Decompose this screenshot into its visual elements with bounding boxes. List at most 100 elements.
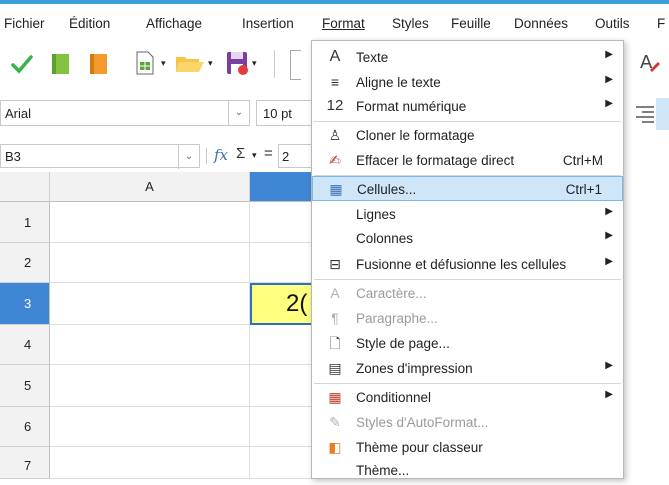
menu-feuille[interactable]: Feuille: [451, 16, 491, 31]
align-right-icon[interactable]: [634, 104, 656, 124]
cell-b7[interactable]: [250, 447, 320, 479]
new-spreadsheet-icon[interactable]: [134, 50, 156, 76]
cell-a1[interactable]: [50, 202, 250, 243]
menu-item-texte[interactable]: A Texte ▶: [312, 45, 623, 70]
cell-b3-selected[interactable]: 2(: [250, 283, 320, 325]
clear-format-icon: ✍: [329, 152, 341, 168]
cell-b5[interactable]: [250, 365, 320, 407]
window-top-accent: [0, 0, 669, 4]
submenu-arrow-icon: ▶: [605, 230, 613, 241]
font-size-value: 10 pt: [263, 106, 292, 121]
cell-b2[interactable]: [250, 243, 320, 283]
cell-a2[interactable]: [50, 243, 250, 283]
chevron-down-icon[interactable]: ⌄: [178, 145, 199, 169]
menu-item-label: Conditionnel: [356, 390, 432, 405]
menu-item-colonnes[interactable]: Colonnes ▶: [312, 226, 623, 251]
menu-item-styles-autoformat[interactable]: ✎ Styles d'AutoFormat...: [312, 410, 623, 435]
menu-item-label: Colonnes: [356, 231, 414, 246]
format-paintbrush-icon[interactable]: A: [638, 50, 662, 76]
open-dropdown-icon[interactable]: ▾: [208, 58, 213, 69]
name-box[interactable]: B3 ⌄: [0, 144, 200, 169]
format-menu-popup: A Texte ▶ ≡ Aligne le texte ▶ 12 Format …: [311, 40, 624, 479]
cell-b6[interactable]: [250, 407, 320, 447]
menu-item-cellules[interactable]: ▦ Cellules... Ctrl+1: [312, 176, 623, 201]
clone-format-icon: ♙: [328, 127, 342, 143]
menu-item-label: Thème...: [356, 463, 410, 478]
corner-select-all[interactable]: [0, 172, 50, 202]
formula-equals-icon[interactable]: =: [264, 145, 273, 162]
cell-a6[interactable]: [50, 407, 250, 447]
font-name-combobox[interactable]: Arial ⌄: [0, 100, 250, 126]
menu-styles[interactable]: Styles: [392, 16, 429, 31]
cell-a7[interactable]: [50, 447, 250, 479]
menu-item-conditionnel[interactable]: ▦ Conditionnel ▶: [312, 385, 623, 410]
save-dropdown-icon[interactable]: ▾: [252, 58, 257, 69]
menu-item-cloner-le-formatage[interactable]: ♙ Cloner le formatage: [312, 123, 623, 148]
menu-item-effacer-formatage-direct[interactable]: ✍ Effacer le formatage direct Ctrl+M: [312, 148, 623, 173]
menu-fichier[interactable]: Fichier: [4, 16, 45, 31]
theme-icon: ◧: [328, 439, 342, 455]
menu-item-style-de-page[interactable]: 🗋 Style de page...: [312, 331, 623, 356]
partial-toolbar-button[interactable]: [290, 50, 301, 80]
text-a-icon: A: [329, 48, 341, 65]
number-format-icon: 12: [326, 97, 344, 114]
menu-item-paragraphe[interactable]: ¶ Paragraphe...: [312, 306, 623, 331]
new-dropdown-icon[interactable]: ▾: [161, 58, 166, 69]
submenu-arrow-icon: ▶: [605, 389, 613, 400]
menu-fenetre-partial[interactable]: F: [657, 16, 665, 31]
conditional-icon: ▦: [328, 389, 342, 405]
chevron-down-icon[interactable]: ⌄: [228, 101, 249, 125]
cell-a4[interactable]: [50, 325, 250, 365]
green-book-icon[interactable]: [50, 52, 72, 76]
autoformat-icon: ✎: [329, 414, 341, 430]
menu-format[interactable]: Format: [322, 16, 365, 31]
submenu-arrow-icon: ▶: [605, 206, 613, 217]
sum-dropdown-icon[interactable]: ▾: [252, 150, 257, 161]
menu-item-caractere[interactable]: A Caractère...: [312, 281, 623, 306]
menu-item-label: Paragraphe...: [356, 311, 438, 326]
submenu-arrow-icon: ▶: [605, 256, 613, 267]
row-header-1[interactable]: 1: [0, 202, 50, 243]
menu-item-fusionne-cellules[interactable]: ⊟ Fusionne et défusionne les cellules ▶: [312, 252, 623, 277]
paragraph-icon: ¶: [331, 310, 339, 326]
row-header-5[interactable]: 5: [0, 365, 50, 407]
save-icon[interactable]: [225, 50, 249, 76]
check-icon[interactable]: [10, 52, 34, 76]
function-wizard-icon[interactable]: fx: [214, 146, 228, 164]
menu-affichage[interactable]: Affichage: [146, 16, 202, 31]
menu-insertion[interactable]: Insertion: [242, 16, 294, 31]
column-header-b[interactable]: [250, 172, 320, 202]
cell-b4[interactable]: [250, 325, 320, 365]
cell-a5[interactable]: [50, 365, 250, 407]
menu-item-zones-impression[interactable]: ▤ Zones d'impression ▶: [312, 356, 623, 381]
menu-item-theme[interactable]: Thème...: [312, 458, 623, 483]
menu-outils[interactable]: Outils: [595, 16, 630, 31]
font-size-combobox[interactable]: 10 pt: [256, 100, 318, 126]
character-icon: A: [330, 285, 340, 301]
row-header-3[interactable]: 3: [0, 283, 50, 325]
column-header-a[interactable]: A: [50, 172, 250, 202]
row-header-4[interactable]: 4: [0, 325, 50, 365]
menu-separator: [314, 121, 621, 122]
orange-book-icon[interactable]: [88, 52, 110, 76]
menu-item-shortcut: Ctrl+M: [562, 153, 603, 168]
cell-a3[interactable]: [50, 283, 250, 325]
row-header-2[interactable]: 2: [0, 243, 50, 283]
row-header-6[interactable]: 6: [0, 407, 50, 447]
menu-item-aligne-le-texte[interactable]: ≡ Aligne le texte ▶: [312, 70, 623, 95]
menu-edition[interactable]: Édition: [69, 16, 110, 31]
menu-item-theme-pour-classeur[interactable]: ◧ Thème pour classeur: [312, 435, 623, 460]
merge-cells-icon: ⊟: [329, 256, 341, 272]
menu-item-label: Styles d'AutoFormat...: [356, 415, 489, 430]
submenu-arrow-icon: ▶: [605, 98, 613, 109]
menu-item-format-numerique[interactable]: 12 Format numérique ▶: [312, 94, 623, 119]
partial-active-button[interactable]: [656, 98, 669, 130]
open-folder-icon[interactable]: [175, 52, 205, 74]
menu-item-label: Cloner le formatage: [356, 128, 475, 143]
sum-icon[interactable]: Σ: [236, 145, 245, 162]
cell-b1[interactable]: [250, 202, 320, 243]
row-header-7[interactable]: 7: [0, 447, 50, 479]
menu-donnees[interactable]: Données: [514, 16, 568, 31]
menu-item-lignes[interactable]: Lignes ▶: [312, 202, 623, 227]
menu-item-label: Fusionne et défusionne les cellules: [356, 257, 567, 272]
